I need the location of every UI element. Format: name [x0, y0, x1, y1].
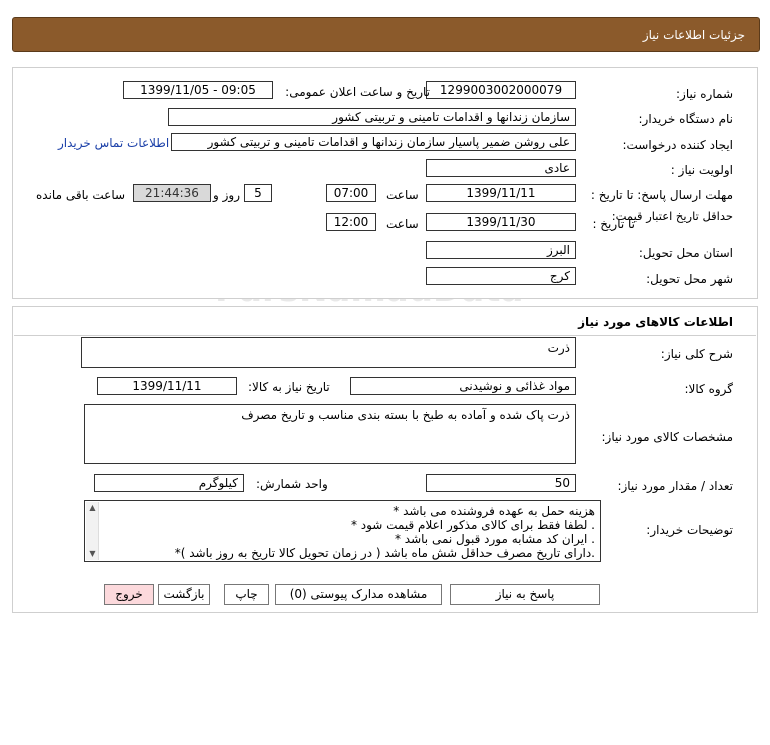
- goods-section-title: اطلاعات کالاهای مورد نیاز: [578, 315, 733, 329]
- need-number-label: شماره نیاز:: [676, 87, 733, 101]
- specs-label: مشخصات کالای مورد نیاز:: [601, 430, 733, 444]
- exit-button[interactable]: خروج: [104, 584, 154, 605]
- priority-label: اولویت نیاز :: [670, 163, 733, 177]
- general-desc-label: شرح کلی نیاز:: [660, 347, 733, 361]
- note-line: هزینه حمل به عهده فروشنده می باشد *: [393, 504, 595, 518]
- announce-field: 1399/11/05 - 09:05: [123, 81, 273, 99]
- need-info-panel: شماره نیاز: 1299003002000079 تاریخ و ساع…: [12, 67, 758, 299]
- validity-time-field: 12:00: [326, 213, 376, 231]
- notes-label: توضیحات خریدار:: [646, 523, 733, 537]
- note-line: . لطفا فقط برای کالای مذکور اعلام قیمت ش…: [350, 518, 595, 532]
- validity-time-label: ساعت: [386, 217, 419, 231]
- days-label: روز و: [213, 188, 240, 202]
- buyer-org-label: نام دستگاه خریدار:: [638, 112, 734, 126]
- note-line: .دارای تاریخ مصرف حداقل شش ماه باشد ( در…: [174, 546, 595, 560]
- page-title: جزئیات اطلاعات نیاز: [642, 28, 745, 42]
- send-deadline-date-field: 1399/11/11: [426, 184, 576, 202]
- city-field: کرج: [426, 267, 576, 285]
- buyer-org-field: سازمان زندانها و اقدامات تامینی و تربیتی…: [168, 108, 576, 126]
- send-deadline-label: مهلت ارسال پاسخ: تا تاریخ :: [590, 188, 733, 202]
- notes-scrollbar[interactable]: ▲ ▼: [86, 502, 99, 560]
- need-date-field: 1399/11/11: [97, 377, 237, 395]
- priority-field: عادی: [426, 159, 576, 177]
- scroll-down-icon[interactable]: ▼: [86, 548, 99, 560]
- city-label: شهر محل تحویل:: [646, 272, 733, 286]
- province-field: البرز: [426, 241, 576, 259]
- need-number-field: 1299003002000079: [426, 81, 576, 99]
- page-header: جزئیات اطلاعات نیاز: [12, 17, 760, 52]
- attachments-button[interactable]: مشاهده مدارک پیوستی (0): [275, 584, 442, 605]
- scroll-up-icon[interactable]: ▲: [86, 502, 99, 514]
- general-desc-field: ذرت: [81, 337, 576, 368]
- group-label: گروه کالا:: [684, 382, 734, 396]
- need-date-label: تاریخ نیاز به کالا:: [248, 380, 330, 394]
- reply-button[interactable]: پاسخ به نیاز: [450, 584, 600, 605]
- send-deadline-time-label: ساعت: [386, 188, 419, 202]
- unit-label: واحد شمارش:: [256, 477, 328, 491]
- specs-field: ذرت پاک شده و آماده به طبخ با بسته بندی …: [84, 404, 576, 464]
- back-button[interactable]: بازگشت: [158, 584, 210, 605]
- announce-label: تاریخ و ساعت اعلان عمومی:: [285, 85, 430, 99]
- qty-label: تعداد / مقدار مورد نیاز:: [617, 479, 733, 493]
- province-label: استان محل تحویل:: [638, 246, 733, 260]
- creator-field: علی روشن ضمیر پاسیار سازمان زندانها و اق…: [171, 133, 576, 151]
- send-deadline-time-field: 07:00: [326, 184, 376, 202]
- validity-to-label: تا تاریخ :: [592, 217, 635, 231]
- unit-field: کیلوگرم: [94, 474, 244, 492]
- remaining-time-field: 21:44:36: [133, 184, 211, 202]
- group-field: مواد غذائی و نوشیدنی: [350, 377, 576, 395]
- goods-panel: اطلاعات کالاهای مورد نیاز شرح کلی نیاز: …: [12, 306, 758, 613]
- qty-field: 50: [426, 474, 576, 492]
- note-line: . ایران کد مشابه مورد قبول نمی باشد *: [394, 532, 595, 546]
- validity-date-field: 1399/11/30: [426, 213, 576, 231]
- remaining-label: ساعت باقی مانده: [36, 188, 126, 202]
- notes-field: ▲ ▼ هزینه حمل به عهده فروشنده می باشد * …: [84, 500, 601, 562]
- section-divider: [14, 335, 756, 336]
- buyer-contact-link[interactable]: اطلاعات تماس خریدار: [58, 136, 169, 150]
- print-button[interactable]: چاپ: [224, 584, 269, 605]
- days-field: 5: [244, 184, 272, 202]
- creator-label: ایجاد کننده درخواست:: [622, 138, 733, 152]
